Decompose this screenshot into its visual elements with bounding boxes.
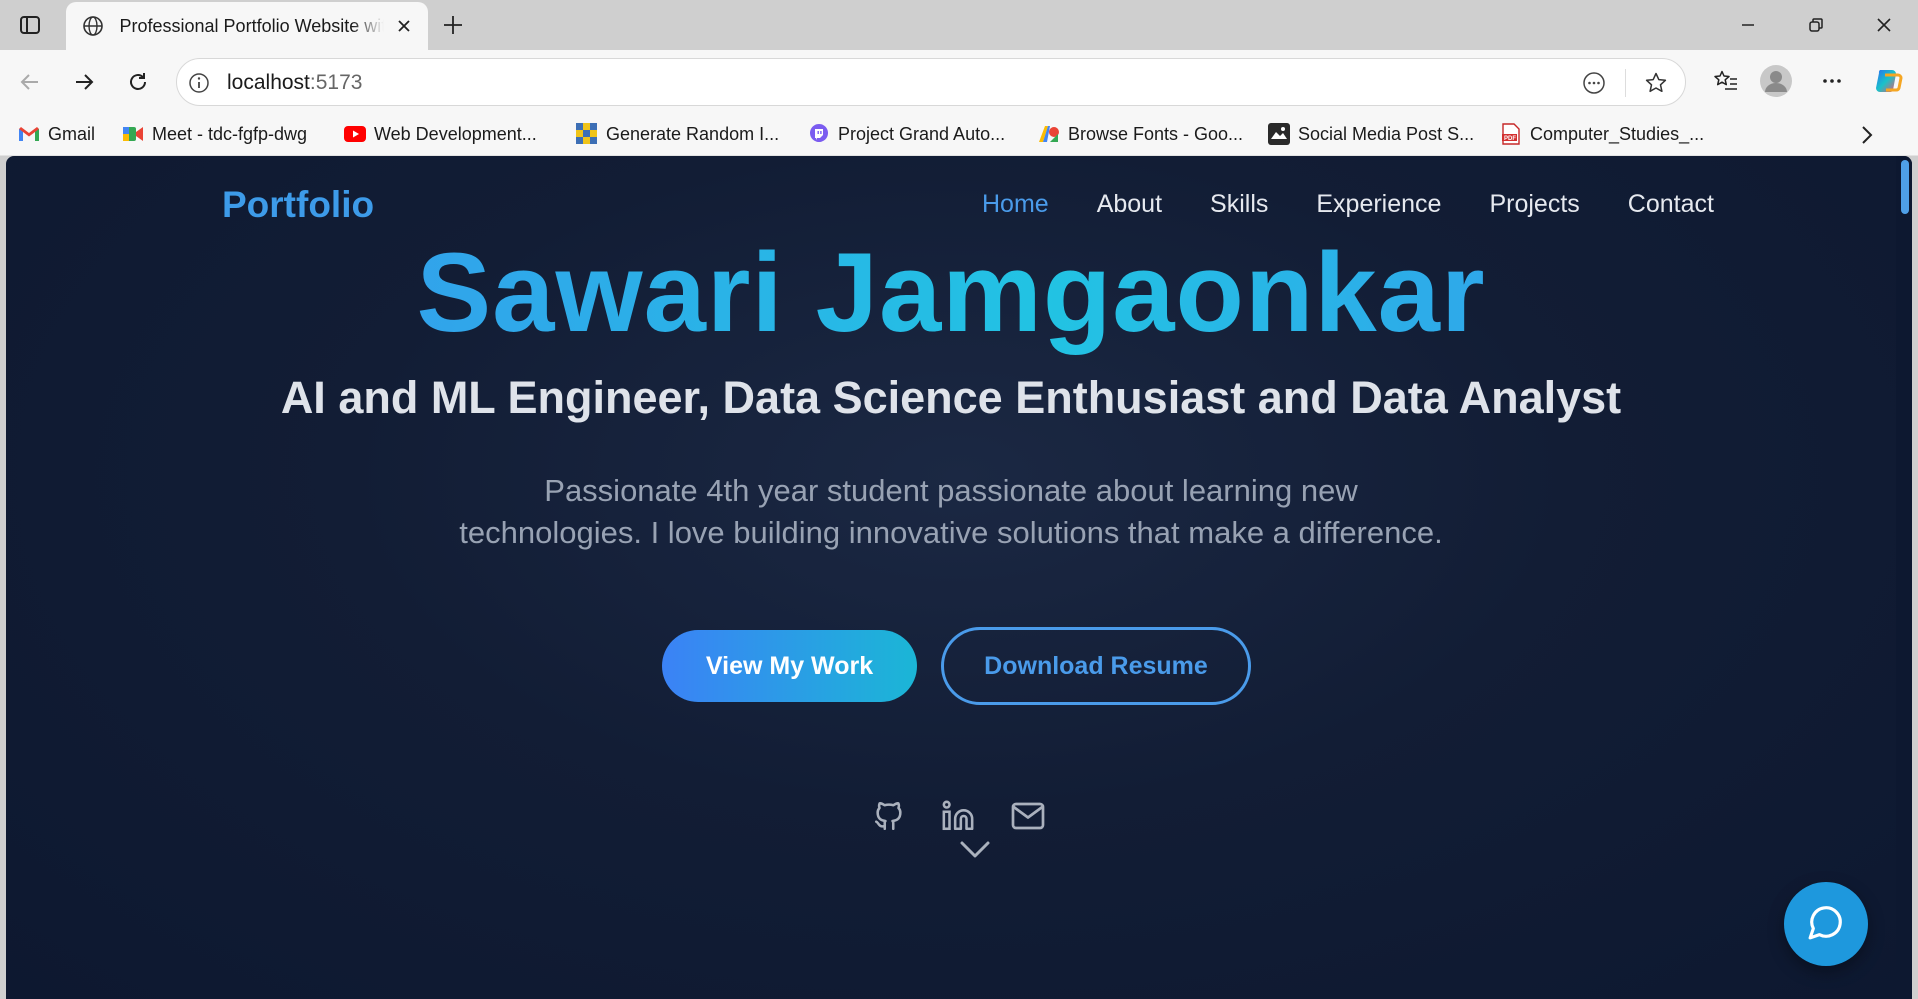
nav-link-about[interactable]: About (1097, 190, 1162, 219)
site-logo[interactable]: Portfolio (222, 184, 374, 226)
browser-toolbar: localhost:5173 (0, 50, 1918, 112)
bookmark-meet[interactable]: Meet - tdc-fgfp-dwg (122, 120, 307, 148)
download-resume-button[interactable]: Download Resume (941, 627, 1251, 705)
bookmark-label: Computer_Studies_... (1530, 123, 1705, 144)
omnibox-divider (1625, 69, 1626, 97)
bookmark-gmail[interactable]: Gmail (18, 120, 95, 148)
chat-button[interactable] (1784, 882, 1868, 966)
twitch-icon (808, 123, 830, 145)
reading-view-icon[interactable] (1581, 70, 1607, 96)
google-fonts-icon (1038, 123, 1060, 145)
back-icon[interactable] (12, 64, 48, 100)
nav-link-contact[interactable]: Contact (1628, 190, 1714, 219)
pdf-icon: PDF (1500, 123, 1522, 145)
bookmark-label: Meet - tdc-fgfp-dwg (152, 123, 308, 144)
scrollbar-thumb[interactable] (1901, 160, 1909, 214)
bookmark-browse-fonts[interactable]: Browse Fonts - Goo... (1038, 120, 1243, 148)
nav-link-experience[interactable]: Experience (1316, 190, 1441, 219)
browser-tab-active[interactable]: Professional Portfolio Website wit (66, 2, 428, 50)
bookmark-label: Social Media Post S... (1298, 123, 1475, 144)
site-nav-links: Home About Skills Experience Projects Co… (982, 190, 1762, 219)
url-host: localhost (227, 71, 310, 94)
social-media-icon (1268, 123, 1290, 145)
bookmark-label: Project Grand Auto... (838, 123, 1006, 144)
browser-tabstrip: Professional Portfolio Website wit (0, 0, 1918, 50)
bookmark-social-media-post[interactable]: Social Media Post S... (1268, 120, 1474, 148)
bookmark-label: Web Development... (374, 123, 537, 144)
site-info-icon[interactable] (187, 71, 211, 95)
tab-actions-icon[interactable] (14, 12, 46, 38)
close-window-icon[interactable] (1864, 10, 1904, 40)
globe-icon (80, 13, 106, 39)
more-menu-icon[interactable] (1814, 63, 1850, 99)
url-text: localhost:5173 (227, 71, 362, 95)
gmail-icon (18, 123, 40, 145)
bookmark-computer-studies[interactable]: PDF Computer_Studies_... (1500, 120, 1704, 148)
bookmark-label: Generate Random I... (606, 123, 780, 144)
forward-icon[interactable] (66, 64, 102, 100)
favorite-star-icon[interactable] (1643, 70, 1669, 96)
profile-avatar-icon[interactable] (1758, 63, 1794, 99)
minimize-icon[interactable] (1728, 10, 1768, 40)
hero-name: Sawari Jamgaonkar (6, 226, 1896, 360)
new-tab-icon[interactable] (438, 10, 468, 40)
svg-text:PDF: PDF (1504, 136, 1516, 142)
bookmark-generate-random[interactable]: Generate Random I... (576, 120, 779, 148)
nav-link-projects[interactable]: Projects (1489, 190, 1579, 219)
bookmark-web-development[interactable]: Web Development... (344, 120, 537, 148)
nav-link-home[interactable]: Home (982, 190, 1049, 219)
url-port: :5173 (309, 71, 363, 94)
copilot-icon[interactable] (1870, 63, 1906, 99)
youtube-icon (344, 123, 366, 145)
favorites-icon[interactable] (1708, 63, 1744, 99)
nav-link-skills[interactable]: Skills (1210, 190, 1268, 219)
chat-bubble-icon (1807, 903, 1845, 946)
pixel-grid-icon (576, 123, 598, 145)
bookmark-label: Browse Fonts - Goo... (1068, 123, 1244, 144)
close-tab-icon[interactable] (394, 16, 414, 36)
chevron-right-icon[interactable] (1854, 122, 1880, 148)
github-icon[interactable] (869, 796, 909, 836)
page-scrollbar[interactable] (1896, 156, 1912, 999)
bookmark-project-grand-auto[interactable]: Project Grand Auto... (808, 120, 1005, 148)
bookmark-label: Gmail (48, 123, 96, 144)
bookmarks-bar: Gmail Meet - tdc-fgfp-dwg Web Developmen… (0, 112, 1918, 156)
linkedin-icon[interactable] (938, 796, 978, 836)
chevron-down-icon[interactable] (957, 836, 993, 864)
mail-icon[interactable] (1008, 796, 1048, 836)
hero-subtitle: AI and ML Engineer, Data Science Enthusi… (280, 372, 1622, 423)
hero-description: Passionate 4th year student passionate a… (459, 473, 1443, 550)
page-viewport: Portfolio Home About Skills Experience P… (6, 156, 1912, 999)
tab-title: Professional Portfolio Website wit (119, 15, 385, 36)
reload-icon[interactable] (120, 64, 156, 100)
meet-icon (122, 123, 144, 145)
view-my-work-button[interactable]: View My Work (662, 630, 917, 702)
restore-icon[interactable] (1796, 10, 1836, 40)
address-bar[interactable]: localhost:5173 (176, 58, 1686, 106)
